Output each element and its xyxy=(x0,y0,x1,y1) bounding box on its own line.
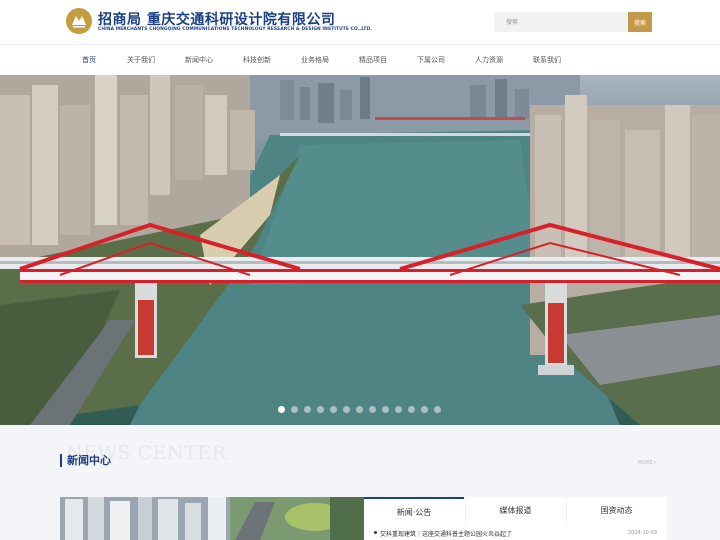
company-logo[interactable]: 招商局 重庆交通科研设计院有限公司 CHINA MERCHANTS CHONGQ… xyxy=(66,8,372,38)
logo-chinese-name: 招商局 重庆交通科研设计院有限公司 xyxy=(98,12,336,28)
nav-item-home[interactable]: 首页 xyxy=(82,55,96,65)
carousel-dot[interactable] xyxy=(421,406,428,413)
nav-item-hr[interactable]: 人力资源 xyxy=(475,55,503,65)
carousel-dot[interactable] xyxy=(317,406,324,413)
carousel-dot[interactable] xyxy=(369,406,376,413)
carousel-dot[interactable] xyxy=(434,406,441,413)
tab-announcements[interactable]: 新闻·公告 xyxy=(364,497,464,525)
tab-media[interactable]: 媒体报道 xyxy=(465,497,565,525)
search-input[interactable] xyxy=(494,12,628,32)
bridge-city-photo xyxy=(0,75,720,425)
carousel-dot[interactable] xyxy=(278,406,285,413)
more-link[interactable]: MORE> xyxy=(638,460,657,466)
search-button[interactable]: 搜索 xyxy=(628,12,652,32)
carousel-dot[interactable] xyxy=(356,406,363,413)
carousel-dot[interactable] xyxy=(291,406,298,413)
logo-english-name: CHINA MERCHANTS CHONGQING COMMUNICATIONS… xyxy=(98,27,372,32)
nav-item-subsidiaries[interactable]: 下属公司 xyxy=(417,55,445,65)
news-featured-image[interactable] xyxy=(60,497,364,540)
carousel-dot[interactable] xyxy=(304,406,311,413)
logo-emblem-icon xyxy=(66,8,92,34)
hero-banner[interactable] xyxy=(0,75,720,425)
tab-sasac-news[interactable]: 国资动态 xyxy=(566,497,666,525)
nav-item-about[interactable]: 关于我们 xyxy=(127,55,155,65)
nav-item-projects[interactable]: 精品项目 xyxy=(359,55,387,65)
carousel-dot[interactable] xyxy=(395,406,402,413)
carousel-dot[interactable] xyxy=(408,406,415,413)
news-item-date: 2024-10-09 xyxy=(627,530,657,536)
main-nav: 首页 关于我们 新闻中心 科技创新 业务格局 精品项目 下属公司 人力资源 联系… xyxy=(0,44,720,75)
section-title: 新闻中心 xyxy=(60,454,111,467)
nav-item-news[interactable]: 新闻中心 xyxy=(185,55,213,65)
bullet-icon xyxy=(374,531,377,534)
news-tabs: 新闻·公告 媒体报道 国资动态 xyxy=(364,497,667,525)
nav-item-innovation[interactable]: 科技创新 xyxy=(243,55,271,65)
carousel-dot[interactable] xyxy=(382,406,389,413)
list-item[interactable]: 交科重现建筑｜这座交通科普主题公园火炎焱起了 2024-10-09 xyxy=(364,525,667,540)
carousel-dot[interactable] xyxy=(330,406,337,413)
news-list: 交科重现建筑｜这座交通科普主题公园火炎焱起了 2024-10-09 xyxy=(364,525,667,540)
news-item-title: 交科重现建筑｜这座交通科普主题公园火炎焱起了 xyxy=(380,531,513,538)
nav-item-contact[interactable]: 联系我们 xyxy=(533,55,561,65)
nav-item-business[interactable]: 业务格局 xyxy=(301,55,329,65)
carousel-indicators xyxy=(0,406,720,414)
news-photo-icon xyxy=(60,497,364,540)
carousel-dot[interactable] xyxy=(343,406,350,413)
site-header: 招商局 重庆交通科研设计院有限公司 CHINA MERCHANTS CHONGQ… xyxy=(0,0,720,44)
search-bar: 搜索 xyxy=(494,12,652,32)
news-section: NEWS CENTER 新闻中心 MORE> 新闻·公告 媒体报道 国资动态 交… xyxy=(0,425,720,540)
